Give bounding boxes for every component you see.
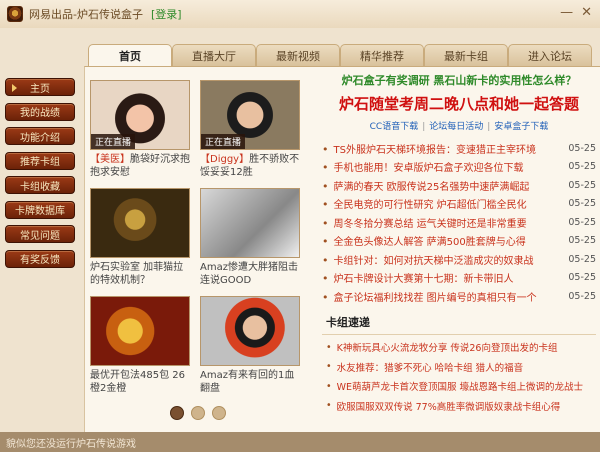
sidebar-item-my-record[interactable]: 我的战绩 <box>5 102 75 121</box>
window-controls: — ✕ <box>560 6 592 20</box>
video-caption[interactable]: Amaz惨遭大胖猪阻击 连说GOOD <box>200 261 300 287</box>
carousel-dot[interactable] <box>212 406 226 420</box>
video-card[interactable]: 正在直播 【美医】脆袋好沉求抱抱求安慰 <box>90 80 190 179</box>
tab-latest-videos[interactable]: 最新视频 <box>256 44 340 66</box>
news-date: 05-25 <box>568 198 596 210</box>
video-title: Amaz有来有回的1血翻盘 <box>200 370 295 394</box>
carousel-dot[interactable] <box>191 406 205 420</box>
video-title: 炉石实验室 加菲猫拉的特效机制？ <box>90 262 184 286</box>
live-badge: 正在直播 <box>91 134 136 149</box>
video-title: Amaz惨遭大胖猪阻击 连说GOOD <box>200 262 298 286</box>
video-caption[interactable]: Amaz有来有回的1血翻盘 <box>200 369 300 395</box>
tab-live-hall[interactable]: 直播大厅 <box>172 44 256 66</box>
tab-latest-decks[interactable]: 最新卡组 <box>424 44 508 66</box>
deck-item[interactable]: K神新玩具心火流龙牧分享 传说26向登顶出发的卡组 <box>322 338 596 358</box>
close-icon[interactable]: ✕ <box>581 6 592 20</box>
video-thumbnail[interactable] <box>90 296 190 366</box>
video-thumbnail[interactable]: 正在直播 <box>90 80 190 150</box>
tab-home[interactable]: 首页 <box>88 44 172 67</box>
window-title: 网易出品-炉石传说盒子 <box>29 8 143 21</box>
forum-daily-link[interactable]: 论坛每日活动 <box>429 122 483 132</box>
news-date: 05-25 <box>568 290 596 302</box>
deck-item[interactable]: 欧服国服双双传说 77%高胜率微调版奴隶战卡组心得 <box>322 396 596 416</box>
news-date: 05-25 <box>568 272 596 284</box>
news-item[interactable]: 卡组针对：如何对抗天梯中泛滥成灾的奴隶战 05-25 <box>322 250 597 269</box>
news-date: 05-25 <box>568 253 596 265</box>
quick-links: CC语音下载 | 论坛每日活动 | 安卓盒子下载 <box>322 119 596 133</box>
streamer-tag: 【美医】 <box>90 154 130 165</box>
sidebar-item-home[interactable]: 主页 <box>5 78 75 96</box>
status-text: 貌似您还没运行炉石传说游戏 <box>6 438 136 450</box>
news-date: 05-25 <box>568 235 596 247</box>
news-title: 周冬冬拾分赛总结 运气关键时还是非常重要 <box>322 215 554 230</box>
news-date: 05-25 <box>568 216 596 228</box>
news-date: 05-25 <box>568 142 596 154</box>
news-date: 05-25 <box>568 179 596 191</box>
headline-link[interactable]: 炉石随堂考周二晚八点和她一起答题 <box>322 93 596 113</box>
news-item[interactable]: 手机也能用！安卓版炉石盒子欢迎各位下载 05-25 <box>322 158 597 177</box>
carousel-dot[interactable] <box>170 406 184 420</box>
separator: | <box>487 122 491 132</box>
news-title: TS外服炉石天梯环境报告：变速猎正主宰环境 <box>322 141 554 156</box>
title-bar: 网易出品-炉石传说盒子 [登录] — ✕ <box>0 0 600 28</box>
news-title: 萨满的春天 欧服传说25名强势中速萨满崛起 <box>322 178 554 193</box>
video-caption[interactable]: 炉石实验室 加菲猫拉的特效机制？ <box>90 261 190 287</box>
deck-list: K神新玩具心火流龙牧分享 传说26向登顶出发的卡组 水友推荐：猎爹不死心 哈哈卡… <box>322 338 596 416</box>
video-card[interactable]: 正在直播 【Diggy】胜不骄败不馁妥妥12胜 <box>200 80 300 179</box>
video-card[interactable]: 最优开包法485包 26橙2金橙 <box>90 296 190 395</box>
news-date: 05-25 <box>568 161 596 173</box>
video-card[interactable]: Amaz有来有回的1血翻盘 <box>200 296 300 395</box>
video-thumbnail[interactable]: 正在直播 <box>200 80 300 150</box>
sidebar: 主页 我的战绩 功能介绍 推荐卡组 卡组收藏 卡牌数据库 常见问题 有奖反馈 <box>5 78 75 274</box>
video-caption[interactable]: 最优开包法485包 26橙2金橙 <box>90 369 190 395</box>
tab-forum[interactable]: 进入论坛 <box>508 44 592 66</box>
hearthstone-logo-icon <box>7 6 23 22</box>
video-card[interactable]: Amaz惨遭大胖猪阻击 连说GOOD <box>200 188 300 287</box>
news-item[interactable]: 全金色头像达人解答 萨满500胜套牌与心得 05-25 <box>322 232 597 251</box>
deck-item[interactable]: 水友推荐：猎爹不死心 哈哈卡组 猎人的福音 <box>322 357 596 377</box>
video-card[interactable]: 炉石实验室 加菲猫拉的特效机制？ <box>90 188 190 287</box>
news-title: 手机也能用！安卓版炉石盒子欢迎各位下载 <box>322 159 554 174</box>
cc-voice-download-link[interactable]: CC语音下载 <box>370 122 419 132</box>
news-title: 全金色头像达人解答 萨满500胜套牌与心得 <box>322 233 554 248</box>
video-caption[interactable]: 【Diggy】胜不骄败不馁妥妥12胜 <box>200 153 300 179</box>
video-thumbnail[interactable] <box>200 296 300 366</box>
status-bar: 貌似您还没运行炉石传说游戏 <box>0 432 600 452</box>
news-list: TS外服炉石天梯环境报告：变速猎正主宰环境 05-25 手机也能用！安卓版炉石盒子… <box>322 139 597 306</box>
video-title: 最优开包法485包 26橙2金橙 <box>90 370 185 394</box>
news-item[interactable]: TS外服炉石天梯环境报告：变速猎正主宰环境 05-25 <box>322 139 597 158</box>
login-button[interactable]: [登录] <box>151 6 182 22</box>
news-item[interactable]: 全民电竞的可行性研究 炉石超低门槛全民化 05-25 <box>322 195 597 214</box>
sidebar-item-deck-collection[interactable]: 卡组收藏 <box>5 176 75 194</box>
video-thumbnail[interactable] <box>90 188 190 258</box>
news-item[interactable]: 周冬冬拾分赛总结 运气关键时还是非常重要 05-25 <box>322 213 597 232</box>
sidebar-item-feedback[interactable]: 有奖反馈 <box>5 249 75 268</box>
streamer-tag: 【Diggy】 <box>200 154 250 165</box>
news-panel: 炉石盒子有奖调研 黑石山新卡的实用性怎么样？ 炉石随堂考周二晚八点和她一起答题 … <box>322 72 596 416</box>
separator: | <box>422 122 426 132</box>
news-item[interactable]: 盒子论坛福利找找茬 图片编号的真相只有一个 05-25 <box>322 287 597 306</box>
sidebar-item-card-database[interactable]: 卡牌数据库 <box>5 200 75 219</box>
news-title: 全民电竞的可行性研究 炉石超低门槛全民化 <box>322 196 554 211</box>
main-tabs: 首页 直播大厅 最新视频 精华推荐 最新卡组 进入论坛 <box>88 44 592 67</box>
minimize-icon[interactable]: — <box>560 6 573 20</box>
news-title: 卡组针对：如何对抗天梯中泛滥成灾的奴隶战 <box>322 252 554 267</box>
news-item[interactable]: 炉石卡牌设计大赛第十七期：新卡带旧人 05-25 <box>322 269 597 288</box>
news-item[interactable]: 萨满的春天 欧服传说25名强势中速萨满崛起 05-25 <box>322 176 597 195</box>
sidebar-item-recommended-decks[interactable]: 推荐卡组 <box>5 151 75 170</box>
deck-section-title: 卡组速递 <box>322 314 596 335</box>
live-badge: 正在直播 <box>201 134 246 149</box>
news-title: 盒子论坛福利找找茬 图片编号的真相只有一个 <box>322 289 554 304</box>
android-download-link[interactable]: 安卓盒子下载 <box>494 122 548 132</box>
video-caption[interactable]: 【美医】脆袋好沉求抱抱求安慰 <box>90 153 190 179</box>
news-title: 炉石卡牌设计大赛第十七期：新卡带旧人 <box>322 270 554 285</box>
sidebar-item-faq[interactable]: 常见问题 <box>5 225 75 243</box>
video-thumbnail[interactable] <box>200 188 300 258</box>
sidebar-item-features[interactable]: 功能介绍 <box>5 127 75 145</box>
deck-item[interactable]: WE萌葫芦龙卡首次登顶国服 壕战恩路卡组上微调的龙战士 <box>322 377 596 397</box>
tab-featured[interactable]: 精华推荐 <box>340 44 424 66</box>
survey-link[interactable]: 炉石盒子有奖调研 黑石山新卡的实用性怎么样？ <box>322 72 596 87</box>
carousel-dots <box>170 406 226 420</box>
